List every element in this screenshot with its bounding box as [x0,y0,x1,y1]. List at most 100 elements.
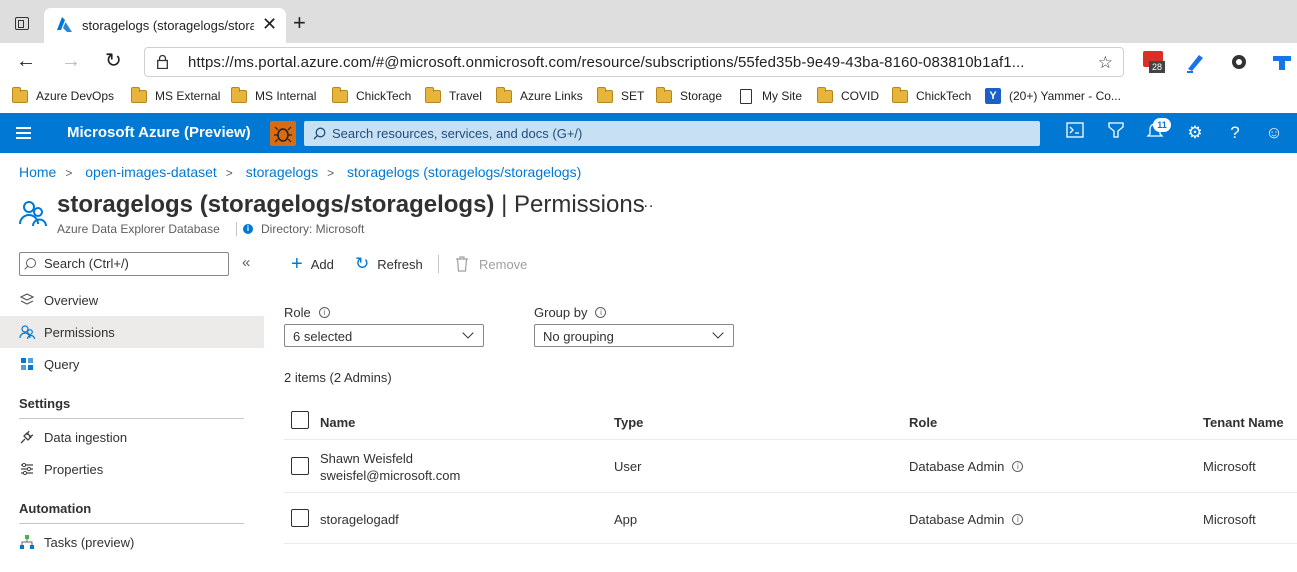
directory-filter-icon[interactable] [1104,121,1128,145]
section-heading-settings: Settings [19,396,71,411]
table-header: Name Type Role Tenant Name [284,405,1297,440]
refresh-button[interactable]: ↻ Refresh [355,254,423,274]
breadcrumb-cluster[interactable]: storagelogs [246,164,318,180]
grid-icon [19,356,35,372]
sidebar-search-input[interactable] [44,256,224,271]
chevron-right-icon: > [327,166,335,180]
browser-nav-bar: ← → ↻ https://ms.portal.azure.com/#@micr… [0,43,1297,80]
column-header-tenant[interactable]: Tenant Name [1203,415,1284,430]
settings-gear-icon[interactable]: ⚙ [1183,121,1207,145]
info-icon[interactable]: i [318,307,330,318]
bookmarks-bar: Azure DevOps MS External MS Internal Chi… [0,80,1297,113]
section-heading-automation: Automation [19,501,92,516]
member-email: sweisfel@microsoft.com [320,468,461,483]
global-search-input[interactable]: Search resources, services, and docs (G+… [304,121,1040,146]
info-icon[interactable]: i [595,307,607,318]
folder-icon [496,86,512,103]
portal-brand[interactable]: Microsoft Azure (Preview) [67,124,251,141]
column-header-name[interactable]: Name [320,415,355,430]
close-tab-icon[interactable]: ✕ [262,14,277,34]
address-text: https://ms.portal.azure.com/#@microsoft.… [188,54,1025,71]
bookmark-item[interactable]: COVID [817,86,879,105]
bookmark-item[interactable]: Travel [425,86,482,105]
puzzle-extension-icon[interactable] [1228,51,1250,73]
bookmark-item[interactable]: ChickTech [332,86,411,105]
directory-info: i Directory: Microsoft [236,222,364,236]
row-checkbox[interactable] [291,457,309,475]
cloud-shell-icon[interactable] [1063,121,1087,145]
favorite-star-icon[interactable]: ☆ [1098,53,1113,73]
browser-tab-strip: storagelogs (storagelogs/storage ✕ + [0,0,1297,43]
devops-extension-icon[interactable] [1271,51,1293,73]
sidebar-item-overview[interactable]: Overview [0,284,264,316]
browser-tab[interactable]: storagelogs (storagelogs/storage ✕ [44,8,286,43]
bookmark-item[interactable]: SET [597,86,644,105]
calendar-extension-icon[interactable]: 28 [1143,51,1165,73]
member-tenant: Microsoft [1203,512,1256,527]
breadcrumb-home[interactable]: Home [19,164,56,180]
divider [19,418,244,419]
bookmark-item[interactable]: MS External [131,86,220,105]
bookmark-item[interactable]: Azure DevOps [12,86,114,105]
breadcrumb-database[interactable]: storagelogs (storagelogs/storagelogs) [347,164,581,180]
chevron-right-icon: > [225,166,233,180]
bookmark-item[interactable]: My Site [740,87,802,105]
chevron-right-icon: > [65,166,73,180]
bookmark-item[interactable]: MS Internal [231,86,316,105]
feedback-smiley-icon[interactable]: ☺ [1262,121,1286,145]
select-all-checkbox[interactable] [291,411,309,429]
group-by-label: Group by i [534,305,607,320]
bookmark-item[interactable]: ChickTech [892,86,971,105]
table-row[interactable]: storagelogadf App Database Admin i Micros… [284,493,1297,544]
folder-icon [656,86,672,103]
sidebar-item-tasks[interactable]: Tasks (preview) [0,526,264,558]
items-count: 2 items (2 Admins) [284,370,392,385]
plug-icon [19,429,35,445]
folder-icon [332,86,348,103]
sidebar-item-properties[interactable]: Properties [0,453,264,485]
reload-icon[interactable]: ↻ [105,49,122,73]
overview-icon [19,292,35,308]
sidebar-item-permissions[interactable]: Permissions [0,316,264,348]
column-header-type[interactable]: Type [614,415,643,430]
lock-icon [157,55,168,69]
new-tab-icon[interactable]: + [293,12,306,34]
tab-title: storagelogs (storagelogs/storage [82,18,254,33]
info-icon[interactable]: i [1012,461,1024,472]
azure-logo-icon [57,17,72,32]
back-icon[interactable]: ← [16,49,36,73]
bookmark-item[interactable]: Y (20+) Yammer - Co... [985,87,1121,105]
member-role: Database Admin i [909,459,1024,474]
preview-bug-icon[interactable] [270,121,296,146]
row-checkbox[interactable] [291,509,309,527]
table-row[interactable]: Shawn Weisfeld sweisfel@microsoft.com Us… [284,441,1297,493]
more-options-icon[interactable]: ... [638,194,654,212]
info-icon[interactable]: i [1012,514,1024,525]
member-role: Database Admin i [909,512,1024,527]
breadcrumb-resource-group[interactable]: open-images-dataset [85,164,217,180]
forward-icon[interactable]: → [61,49,81,73]
bookmark-item[interactable]: Storage [656,86,722,105]
address-bar[interactable]: https://ms.portal.azure.com/#@microsoft.… [144,47,1124,77]
resource-type: Azure Data Explorer Database [57,222,220,236]
sidebar-item-query[interactable]: Query [0,348,264,380]
folder-icon [131,86,147,103]
role-dropdown[interactable]: 6 selected [284,324,484,347]
remove-button[interactable]: Remove [455,254,527,274]
yammer-icon: Y [985,88,1001,104]
bookmark-item[interactable]: Azure Links [496,86,583,105]
info-icon: i [243,224,253,234]
search-icon [26,258,36,268]
sidebar-item-data-ingestion[interactable]: Data ingestion [0,421,264,453]
pen-extension-icon[interactable] [1185,51,1207,73]
folder-icon [817,86,833,103]
column-header-role[interactable]: Role [909,415,937,430]
group-by-dropdown[interactable]: No grouping [534,324,734,347]
window-menu-icon[interactable] [15,17,29,30]
collapse-sidebar-icon[interactable]: « [242,254,250,271]
help-icon[interactable]: ? [1223,121,1247,145]
folder-icon [12,86,28,103]
hamburger-menu-icon[interactable] [16,127,31,139]
folder-icon [597,86,613,103]
add-button[interactable]: + Add [291,254,334,274]
